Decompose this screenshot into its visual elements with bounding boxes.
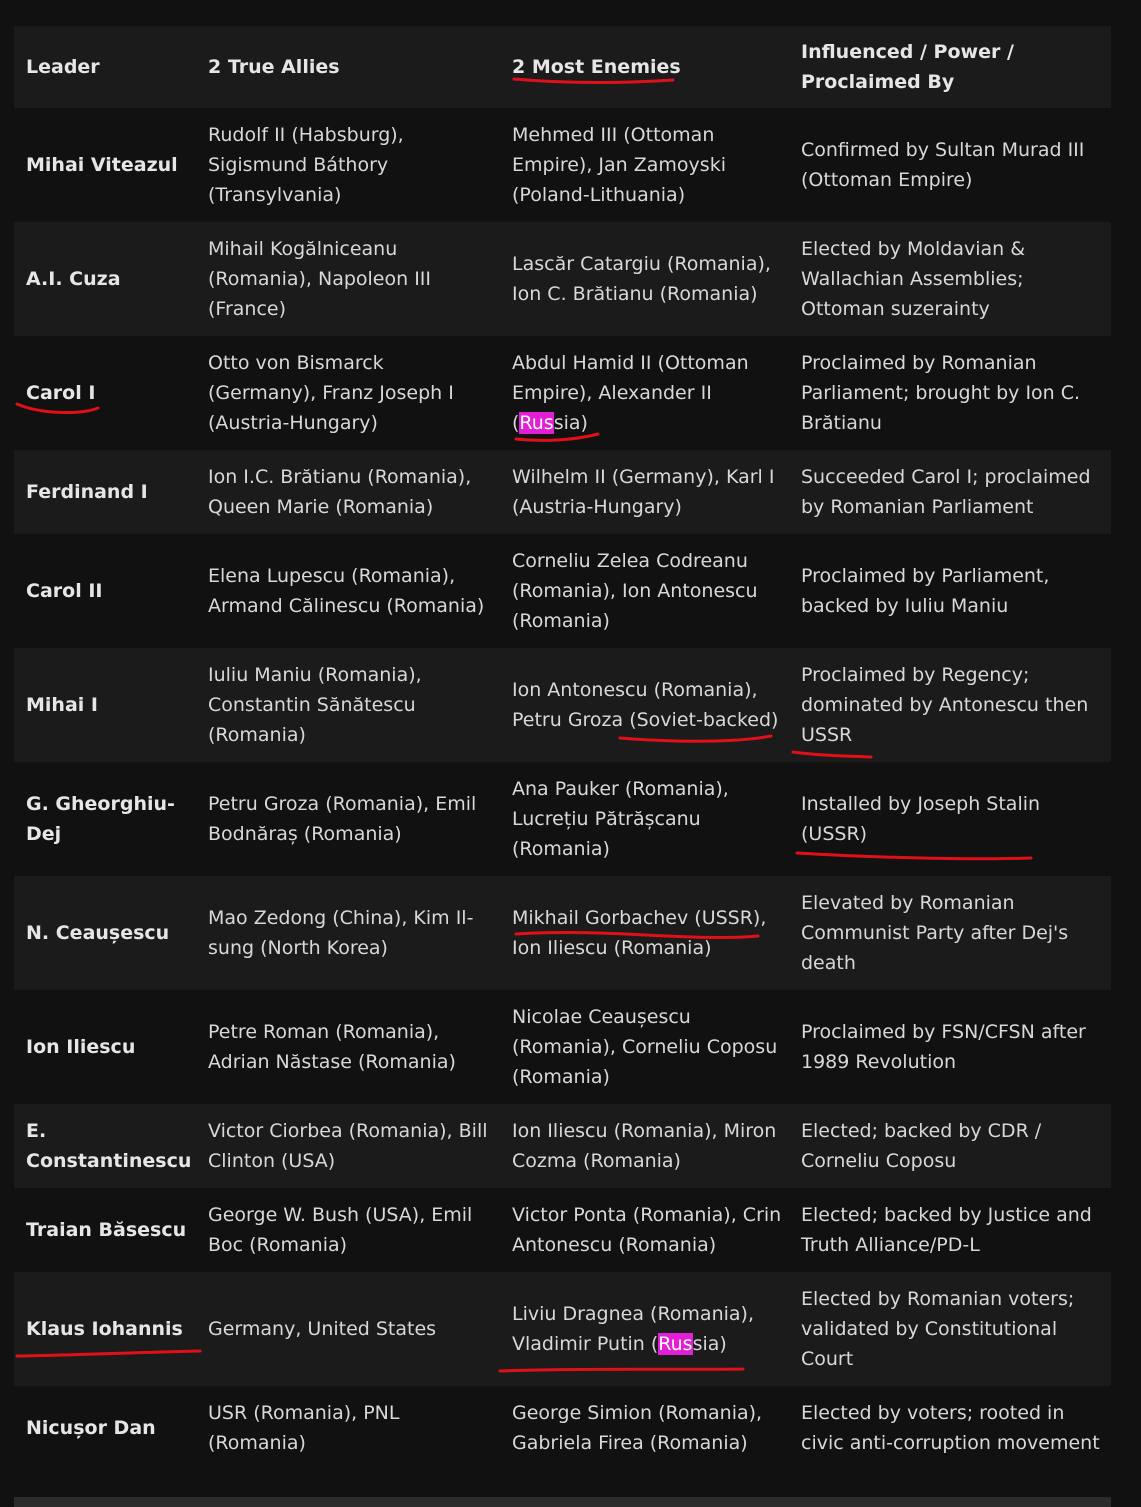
- cell-influence: Proclaimed by Parliament, backed by Iuli…: [801, 565, 1050, 617]
- cell-enemies: Mehmed III (Ottoman Empire), Jan Zamoysk…: [512, 124, 726, 206]
- cell-leader: Mihai I: [26, 694, 98, 716]
- table-row: Klaus Iohannis Germany, United States Li…: [14, 1272, 1111, 1386]
- header-leader: Leader: [26, 56, 100, 78]
- cell-enemies: Ana Pauker (Romania), Lucrețiu Pătrășcan…: [512, 778, 729, 860]
- leaders-table: Leader 2 True Allies 2 Most Enemies Infl…: [14, 26, 1111, 1470]
- cell-influence: Proclaimed by FSN/CFSN after 1989 Revolu…: [801, 1021, 1086, 1073]
- cell-influence: Elected; backed by CDR / Corneliu Coposu: [801, 1120, 1042, 1172]
- cell-influence: Installed by Joseph Stalin (USSR): [801, 793, 1041, 845]
- cell-allies: USR (Romania), PNL (Romania): [208, 1402, 400, 1454]
- enemies-text-end: sia): [692, 1333, 727, 1355]
- highlighted-text: Rus: [658, 1333, 693, 1355]
- cell-influence: Succeeded Carol I; proclaimed by Romania…: [801, 466, 1091, 518]
- header-allies: 2 True Allies: [208, 56, 340, 78]
- cell-leader: Klaus Iohannis: [26, 1318, 183, 1340]
- cell-enemies: Mikhail Gorbachev (USSR), Ion Iliescu (R…: [512, 907, 767, 959]
- cell-allies: Mihail Kogălniceanu (Romania), Napoleon …: [208, 238, 432, 320]
- cell-leader: Carol II: [26, 580, 103, 602]
- table-row: G. Gheorghiu-Dej Petru Groza (Romania), …: [14, 762, 1111, 876]
- cell-influence: Proclaimed by Romanian Parliament; broug…: [801, 352, 1081, 434]
- cell-allies: Elena Lupescu (Romania), Armand Călinesc…: [208, 565, 485, 617]
- cell-leader: Carol I: [26, 382, 96, 404]
- cell-influence: Proclaimed by Regency; dominated by Anto…: [801, 664, 1089, 746]
- table-row: Carol I Otto von Bismarck (Germany), Fra…: [14, 336, 1111, 450]
- table-row: Mihai I Iuliu Maniu (Romania), Constanti…: [14, 648, 1111, 762]
- cell-enemies: Victor Ponta (Romania), Crin Antonescu (…: [512, 1204, 782, 1256]
- cell-allies: Petru Groza (Romania), Emil Bodnăraș (Ro…: [208, 793, 477, 845]
- cell-enemies: Wilhelm II (Germany), Karl I (Austria-Hu…: [512, 466, 775, 518]
- table-row: Ion Iliescu Petre Roman (Romania), Adria…: [14, 990, 1111, 1104]
- table-header-row: Leader 2 True Allies 2 Most Enemies Infl…: [14, 26, 1111, 108]
- cell-enemies: Ion Iliescu (Romania), Miron Cozma (Roma…: [512, 1120, 777, 1172]
- cell-enemies: Ion Antonescu (Romania), Petru Groza (So…: [512, 679, 779, 731]
- cell-enemies: Corneliu Zelea Codreanu (Romania), Ion A…: [512, 550, 758, 632]
- cell-enemies: Nicolae Ceaușescu (Romania), Corneliu Co…: [512, 1006, 778, 1088]
- cell-leader: Ion Iliescu: [26, 1036, 136, 1058]
- header-enemies: 2 Most Enemies: [512, 56, 681, 78]
- table-row: Ferdinand I Ion I.C. Brătianu (Romania),…: [14, 450, 1111, 534]
- table-row: Traian Băsescu George W. Bush (USA), Emi…: [14, 1188, 1111, 1272]
- cell-allies: Germany, United States: [208, 1318, 437, 1340]
- highlighted-text: Rus: [519, 412, 554, 434]
- table-row: Nicușor Dan USR (Romania), PNL (Romania)…: [14, 1386, 1111, 1470]
- header-influence: Influenced / Power / Proclaimed By: [801, 41, 1014, 93]
- table-row: A.I. Cuza Mihail Kogălniceanu (Romania),…: [14, 222, 1111, 336]
- cell-influence: Confirmed by Sultan Murad III (Ottoman E…: [801, 139, 1085, 191]
- enemies-text-end: sia): [553, 412, 588, 434]
- cell-enemies: Lascăr Catargiu (Romania), Ion C. Brătia…: [512, 253, 771, 305]
- cell-leader: Ferdinand I: [26, 481, 148, 503]
- cell-influence: Elected by voters; rooted in civic anti-…: [801, 1402, 1100, 1454]
- table-row: Carol II Elena Lupescu (Romania), Armand…: [14, 534, 1111, 648]
- cell-influence: Elected; backed by Justice and Truth All…: [801, 1204, 1092, 1256]
- table-row: Mihai Viteazul Rudolf II (Habsburg), Sig…: [14, 108, 1111, 222]
- leaders-table-container: Leader 2 True Allies 2 Most Enemies Infl…: [14, 26, 1111, 1470]
- cell-leader: A.I. Cuza: [26, 268, 121, 290]
- cell-enemies: George Simion (Romania), Gabriela Firea …: [512, 1402, 763, 1454]
- cell-allies: Mao Zedong (China), Kim Il-sung (North K…: [208, 907, 474, 959]
- cell-influence: Elevated by Romanian Communist Party aft…: [801, 892, 1069, 974]
- cell-leader: G. Gheorghiu-Dej: [26, 793, 175, 845]
- cell-allies: Victor Ciorbea (Romania), Bill Clinton (…: [208, 1120, 488, 1172]
- cell-leader: Nicușor Dan: [26, 1417, 156, 1439]
- cell-influence: Elected by Romanian voters; validated by…: [801, 1288, 1075, 1370]
- cell-enemies: Liviu Dragnea (Romania), Vladimir Putin …: [500, 1272, 789, 1386]
- cell-leader: Traian Băsescu: [26, 1219, 187, 1241]
- table-row: E. Constantinescu Victor Ciorbea (Romani…: [14, 1104, 1111, 1188]
- cell-allies: Otto von Bismarck (Germany), Franz Josep…: [208, 352, 454, 434]
- cell-influence: Elected by Moldavian & Wallachian Assemb…: [801, 238, 1026, 320]
- cell-allies: Iuliu Maniu (Romania), Constantin Sănăte…: [208, 664, 422, 746]
- cell-allies: Ion I.C. Brătianu (Romania), Queen Marie…: [208, 466, 472, 518]
- horizontal-scrollbar[interactable]: [14, 1497, 1111, 1507]
- cell-leader: Mihai Viteazul: [26, 154, 178, 176]
- cell-leader: N. Ceaușescu: [26, 922, 170, 944]
- cell-leader: E. Constantinescu: [26, 1120, 192, 1172]
- table-row: N. Ceaușescu Mao Zedong (China), Kim Il-…: [14, 876, 1111, 990]
- cell-allies: Petre Roman (Romania), Adrian Năstase (R…: [208, 1021, 456, 1073]
- cell-allies: George W. Bush (USA), Emil Boc (Romania): [208, 1204, 473, 1256]
- cell-allies: Rudolf II (Habsburg), Sigismund Báthory …: [208, 124, 404, 206]
- cell-enemies: Abdul Hamid II (Ottoman Empire), Alexand…: [500, 336, 789, 450]
